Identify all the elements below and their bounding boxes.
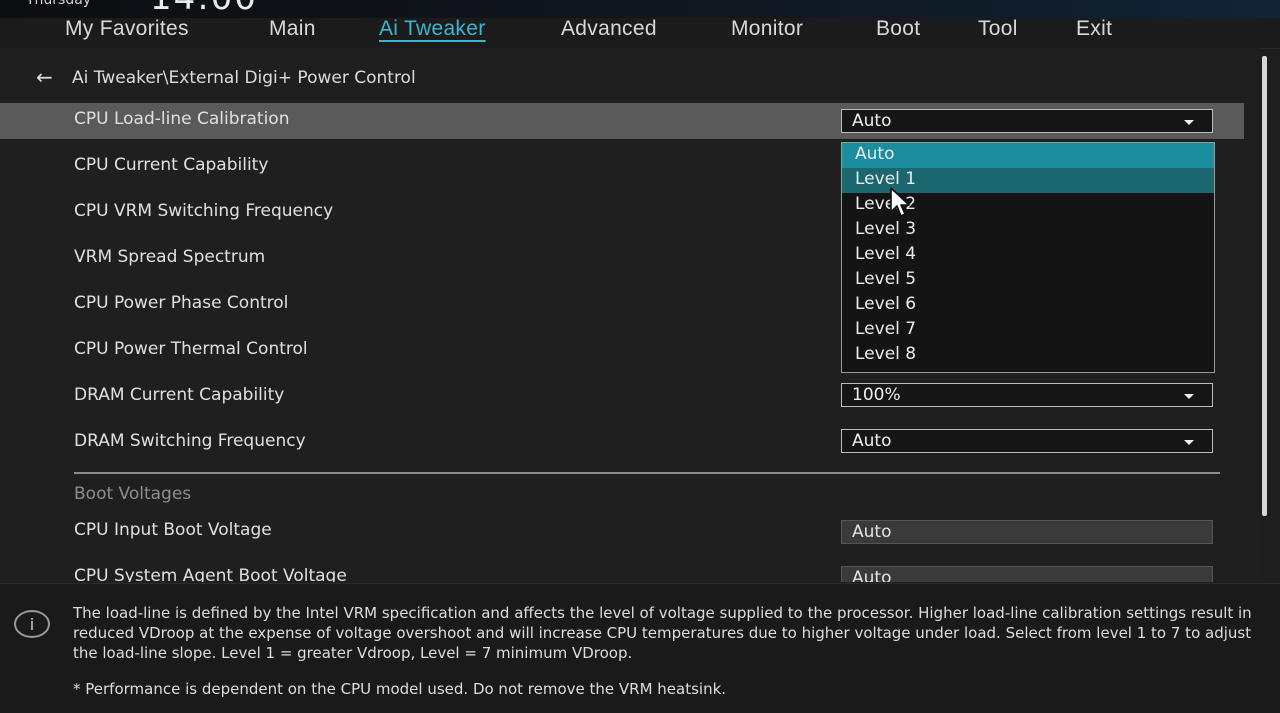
setting-label: CPU System Agent Boot Voltage <box>74 566 347 582</box>
select-value: 100% <box>852 385 901 405</box>
setting-label: DRAM Switching Frequency <box>74 431 306 451</box>
field-value: Auto <box>852 522 892 542</box>
option-level-6[interactable]: Level 6 <box>842 293 1214 318</box>
tab-tool[interactable]: Tool <box>978 17 1018 41</box>
option-level-4[interactable]: Level 4 <box>842 243 1214 268</box>
setting-label: CPU Input Boot Voltage <box>74 520 272 540</box>
breadcrumb: ← Ai Tweaker\External Digi+ Power Control <box>36 65 416 89</box>
tab-ai-tweaker[interactable]: Ai Tweaker <box>379 17 486 41</box>
help-note: * Performance is dependent on the CPU mo… <box>73 680 727 698</box>
arrow-left-icon[interactable]: ← <box>36 65 58 89</box>
setting-label: CPU Power Phase Control <box>74 293 289 313</box>
breadcrumb-path: Ai Tweaker\External Digi+ Power Control <box>72 68 416 88</box>
select-value: Auto <box>852 431 892 451</box>
cpu-system-agent-boot-voltage-field[interactable]: Auto <box>841 566 1213 582</box>
clock: 14:00 <box>150 0 258 18</box>
tab-main[interactable]: Main <box>269 17 316 41</box>
setting-label: CPU Power Thermal Control <box>74 339 308 359</box>
cpu-input-boot-voltage-field[interactable]: Auto <box>841 520 1213 544</box>
top-info-strip: Thursday 14:00 <box>0 0 1280 18</box>
tab-exit[interactable]: Exit <box>1076 17 1112 41</box>
setting-row-dram-switching-frequency[interactable]: DRAM Switching Frequency Auto <box>0 425 1244 461</box>
field-value: Auto <box>852 568 892 582</box>
setting-row-cpu-system-agent-boot-voltage[interactable]: CPU System Agent Boot Voltage Auto <box>0 560 1244 582</box>
setting-label: CPU Load-line Calibration <box>74 109 290 129</box>
select-value: Auto <box>852 111 892 131</box>
section-title-boot-voltages: Boot Voltages <box>74 484 192 504</box>
setting-row-cpu-input-boot-voltage[interactable]: CPU Input Boot Voltage Auto <box>0 514 1244 550</box>
option-label: Level 7 <box>855 319 917 339</box>
scrollbar[interactable] <box>1262 56 1267 516</box>
dram-switching-frequency-select[interactable]: Auto <box>841 429 1213 453</box>
main-nav: My Favorites Main Ai Tweaker Advanced Mo… <box>0 17 1280 49</box>
option-label: Level 5 <box>855 269 917 289</box>
setting-label: VRM Spread Spectrum <box>74 247 266 267</box>
caret-down-icon <box>1184 440 1194 445</box>
option-level-8[interactable]: Level 8 <box>842 343 1214 368</box>
dram-current-capability-select[interactable]: 100% <box>841 383 1213 407</box>
caret-down-icon <box>1184 394 1194 399</box>
option-level-7[interactable]: Level 7 <box>842 318 1214 343</box>
setting-row-cpu-load-line-calibration[interactable]: CPU Load-line Calibration Auto <box>0 103 1244 139</box>
setting-label: DRAM Current Capability <box>74 385 285 405</box>
option-label: Level 1 <box>855 169 917 189</box>
section-divider <box>74 472 1220 474</box>
tab-my-favorites[interactable]: My Favorites <box>65 17 189 41</box>
option-level-3[interactable]: Level 3 <box>842 218 1214 243</box>
option-label: Level 8 <box>855 344 917 364</box>
setting-label: CPU VRM Switching Frequency <box>74 201 334 221</box>
option-label: Level 3 <box>855 219 917 239</box>
setting-row-dram-current-capability[interactable]: DRAM Current Capability 100% <box>0 379 1244 415</box>
day-label: Thursday <box>26 0 92 8</box>
tab-boot[interactable]: Boot <box>876 17 920 41</box>
info-icon: i <box>14 610 50 638</box>
help-description: The load-line is defined by the Intel VR… <box>73 604 1252 662</box>
load-line-calibration-dropdown: Auto Level 1 Level 2 Level 3 Level 4 Lev… <box>841 142 1215 373</box>
option-auto[interactable]: Auto <box>842 143 1214 168</box>
option-label: Level 6 <box>855 294 917 314</box>
tab-advanced[interactable]: Advanced <box>561 17 657 41</box>
setting-label: CPU Current Capability <box>74 155 269 175</box>
help-panel: i The load-line is defined by the Intel … <box>0 583 1280 713</box>
cpu-load-line-calibration-select[interactable]: Auto <box>841 109 1213 133</box>
mouse-pointer-icon <box>890 187 910 217</box>
caret-down-icon <box>1184 120 1194 125</box>
option-label: Auto <box>855 144 895 164</box>
option-level-5[interactable]: Level 5 <box>842 268 1214 293</box>
option-label: Level 4 <box>855 244 917 264</box>
tab-monitor[interactable]: Monitor <box>731 17 803 41</box>
